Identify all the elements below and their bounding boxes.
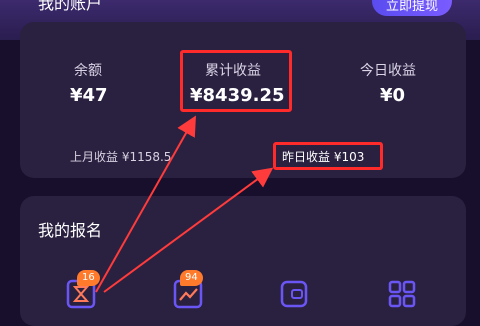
annotation-arrows [95, 115, 274, 293]
arrow-to-yesterday-earnings [103, 167, 274, 293]
arrow-to-total-earnings [95, 115, 196, 293]
